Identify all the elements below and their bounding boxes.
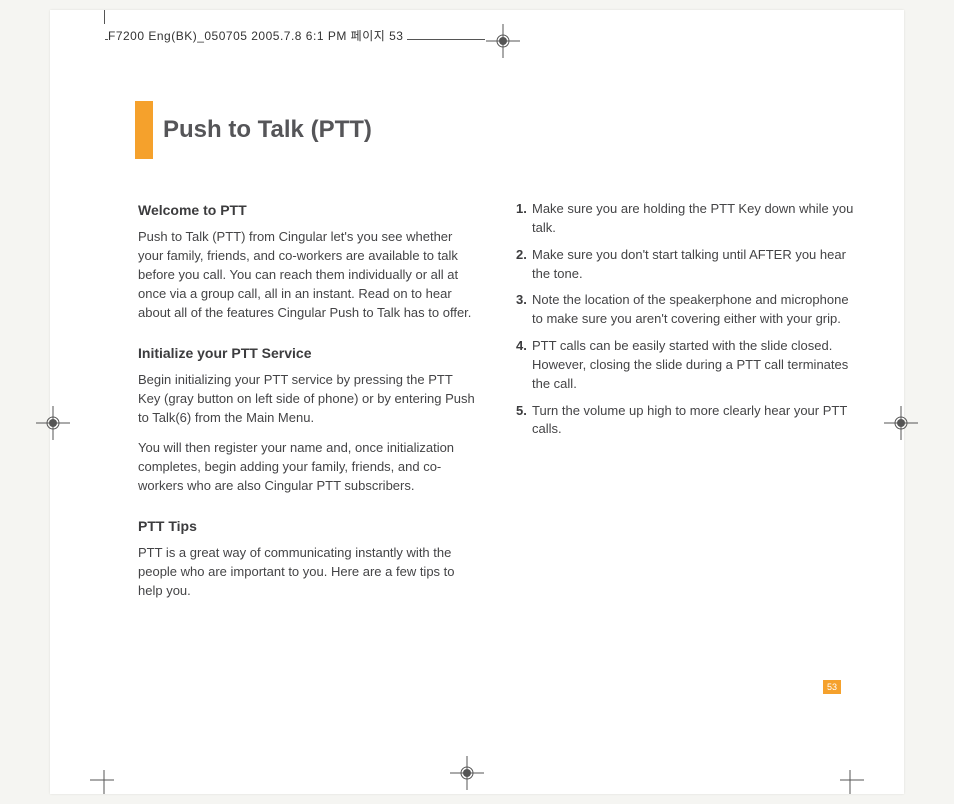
content-columns: Welcome to PTT Push to Talk (PTT) from C… [138,200,858,613]
paragraph: You will then register your name and, on… [138,439,478,496]
list-number: 2. [516,246,532,284]
subhead-initialize: Initialize your PTT Service [138,343,478,363]
accent-block [135,101,153,159]
title-row: Push to Talk (PTT) [135,101,372,159]
subhead-welcome: Welcome to PTT [138,200,478,220]
list-text: Note the location of the speakerphone an… [532,291,856,329]
page-number-badge: 53 [823,680,841,694]
registration-mark-icon [450,756,484,795]
page-title: Push to Talk (PTT) [163,116,372,144]
header-slug: F7200 Eng(BK)_050705 2005.7.8 6:1 PM 페이지… [108,27,407,44]
crop-mark [104,10,105,24]
list-item: 1. Make sure you are holding the PTT Key… [516,200,856,238]
list-number: 3. [516,291,532,329]
list-text: Turn the volume up high to more clearly … [532,402,856,440]
subhead-tips: PTT Tips [138,516,478,536]
list-item: 4. PTT calls can be easily started with … [516,337,856,394]
list-item: 3. Note the location of the speakerphone… [516,291,856,329]
list-item: 5. Turn the volume up high to more clear… [516,402,856,440]
left-column: Welcome to PTT Push to Talk (PTT) from C… [138,200,478,613]
registration-mark-icon [486,24,520,63]
paragraph: Begin initializing your PTT service by p… [138,371,478,428]
list-text: Make sure you don't start talking until … [532,246,856,284]
crop-mark-icon [840,770,864,799]
crop-mark-icon [90,770,114,799]
list-number: 4. [516,337,532,394]
list-text: Make sure you are holding the PTT Key do… [532,200,856,238]
list-item: 2. Make sure you don't start talking unt… [516,246,856,284]
paragraph: Push to Talk (PTT) from Cingular let's y… [138,228,478,322]
registration-mark-icon [36,406,70,445]
paragraph: PTT is a great way of communicating inst… [138,544,478,601]
list-text: PTT calls can be easily started with the… [532,337,856,394]
page: F7200 Eng(BK)_050705 2005.7.8 6:1 PM 페이지… [50,10,904,794]
registration-mark-icon [884,406,918,445]
list-number: 5. [516,402,532,440]
list-number: 1. [516,200,532,238]
right-column: 1. Make sure you are holding the PTT Key… [516,200,856,613]
